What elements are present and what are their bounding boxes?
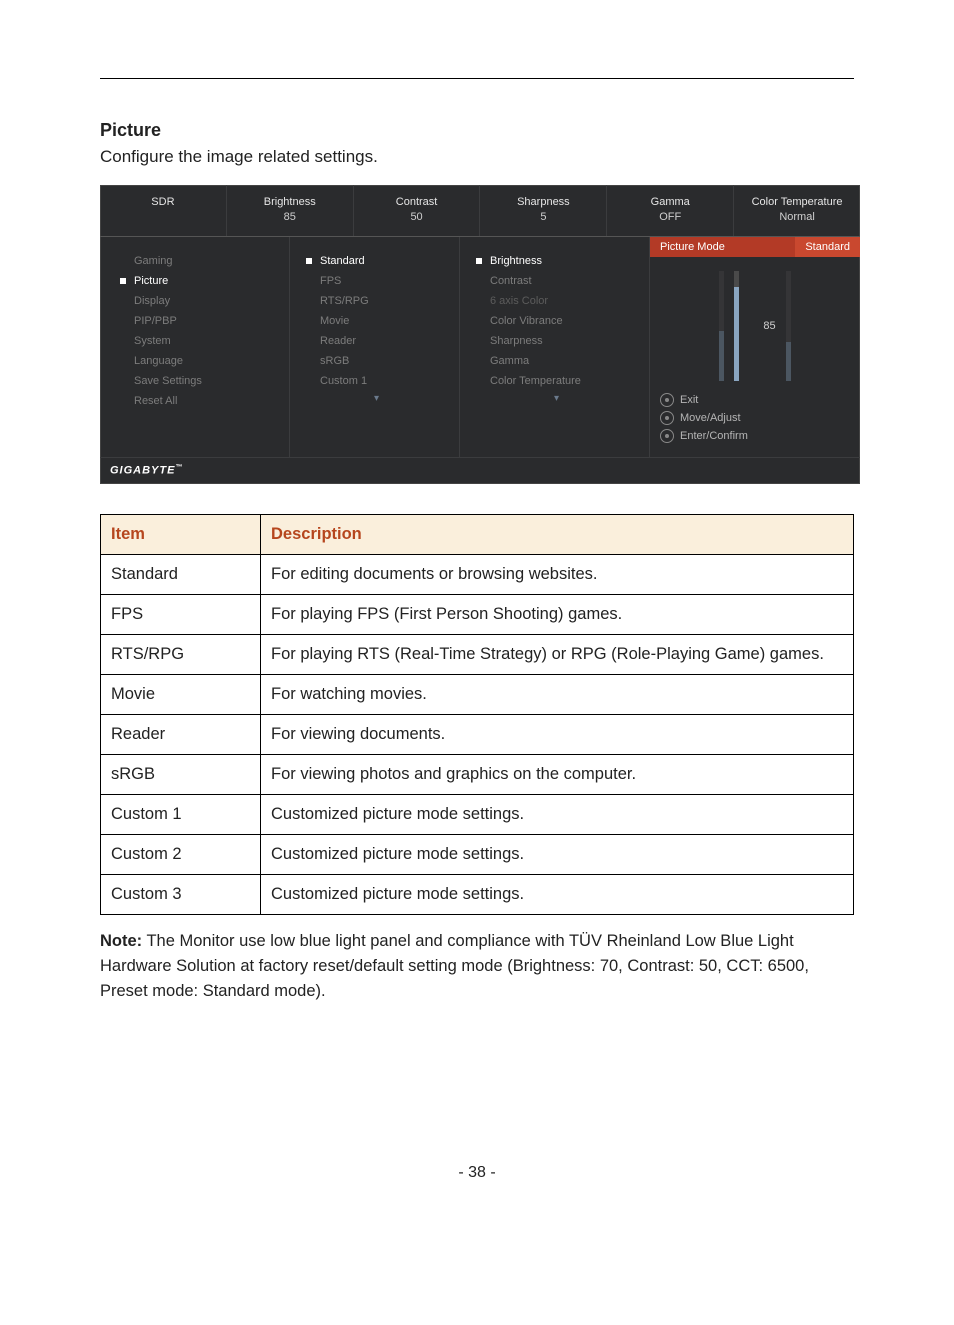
- osd-top-cell: SDR: [100, 185, 227, 236]
- description-table: Item Description StandardFor editing doc…: [100, 514, 854, 915]
- mode-item[interactable]: Custom 1: [306, 371, 447, 391]
- mode-item[interactable]: sRGB: [306, 351, 447, 371]
- joystick-icon: [660, 393, 674, 407]
- table-cell-item: Movie: [101, 675, 261, 715]
- table-row: ReaderFor viewing documents.: [101, 715, 854, 755]
- picture-mode-tab: Picture Mode Standard: [650, 237, 860, 257]
- table-row: Custom 2Customized picture mode settings…: [101, 835, 854, 875]
- setting-item[interactable]: Brightness: [476, 251, 637, 271]
- picture-mode-label: Picture Mode: [650, 237, 795, 257]
- setting-item[interactable]: Contrast: [476, 271, 637, 291]
- table-row: FPSFor playing FPS (First Person Shootin…: [101, 595, 854, 635]
- table-cell-description: For playing RTS (Real-Time Strategy) or …: [261, 635, 854, 675]
- table-row: RTS/RPGFor playing RTS (Real-Time Strate…: [101, 635, 854, 675]
- page: Picture Configure the image related sett…: [0, 0, 954, 1222]
- table-cell-item: Reader: [101, 715, 261, 755]
- marker-icon: [306, 258, 312, 264]
- picture-mode-value: Standard: [795, 237, 860, 257]
- mode-item[interactable]: Reader: [306, 331, 447, 351]
- osd-main-menu: GamingPictureDisplayPIP/PBPSystemLanguag…: [100, 237, 290, 457]
- table-cell-item: RTS/RPG: [101, 635, 261, 675]
- setting-item[interactable]: Sharpness: [476, 331, 637, 351]
- table-cell-item: FPS: [101, 595, 261, 635]
- setting-item[interactable]: Gamma: [476, 351, 637, 371]
- table-cell-item: Custom 2: [101, 835, 261, 875]
- osd-right-panel: Picture Mode Standard 85 Exit Move/Adjus…: [650, 237, 860, 457]
- table-row: sRGBFor viewing photos and graphics on t…: [101, 755, 854, 795]
- brand-logo: GIGABYTE™: [110, 464, 183, 477]
- note-text: The Monitor use low blue light panel and…: [100, 932, 809, 1000]
- chevron-down-icon: ▾: [306, 393, 447, 404]
- main-menu-item[interactable]: Language: [120, 351, 277, 371]
- osd-body: GamingPictureDisplayPIP/PBPSystemLanguag…: [100, 237, 860, 457]
- table-row: MovieFor watching movies.: [101, 675, 854, 715]
- main-menu-item[interactable]: Save Settings: [120, 371, 277, 391]
- hint-label: Move/Adjust: [680, 412, 741, 424]
- table-cell-description: For editing documents or browsing websit…: [261, 555, 854, 595]
- table-cell-description: For viewing photos and graphics on the c…: [261, 755, 854, 795]
- main-menu-item[interactable]: PIP/PBP: [120, 311, 277, 331]
- osd-top-cell: Contrast50: [354, 185, 481, 236]
- setting-item[interactable]: 6 axis Color: [476, 291, 637, 311]
- section-subtitle: Configure the image related settings.: [100, 147, 854, 167]
- hint-exit: Exit: [660, 391, 850, 409]
- page-number: - 38 -: [100, 1164, 854, 1182]
- section-title: Picture: [100, 120, 854, 141]
- marker-icon: [120, 278, 126, 284]
- main-menu-item[interactable]: System: [120, 331, 277, 351]
- table-cell-item: sRGB: [101, 755, 261, 795]
- slider-value: 85: [763, 320, 775, 332]
- table-cell-item: Standard: [101, 555, 261, 595]
- header-rule: [100, 78, 854, 79]
- table-cell-description: Customized picture mode settings.: [261, 875, 854, 915]
- osd-settings-list: BrightnessContrast6 axis ColorColor Vibr…: [460, 237, 650, 457]
- table-cell-item: Custom 3: [101, 875, 261, 915]
- table-cell-description: For playing FPS (First Person Shooting) …: [261, 595, 854, 635]
- osd-topbar: SDRBrightness85Contrast50Sharpness5Gamma…: [100, 185, 860, 236]
- hint-label: Enter/Confirm: [680, 430, 748, 442]
- hint-enter: Enter/Confirm: [660, 427, 850, 445]
- osd-top-cell: GammaOFF: [607, 185, 734, 236]
- osd-top-cell: Sharpness5: [480, 185, 607, 236]
- slider-track-active: [734, 271, 739, 381]
- osd-panel: SDRBrightness85Contrast50Sharpness5Gamma…: [100, 185, 860, 484]
- hint-label: Exit: [680, 394, 698, 406]
- slider-track: [719, 271, 724, 381]
- osd-hints: Exit Move/Adjust Enter/Confirm: [650, 387, 860, 453]
- mode-item[interactable]: RTS/RPG: [306, 291, 447, 311]
- slider-track: [786, 271, 791, 381]
- table-row: Custom 1Customized picture mode settings…: [101, 795, 854, 835]
- chevron-down-icon: ▾: [476, 393, 637, 404]
- osd-footer: GIGABYTE™: [100, 457, 860, 485]
- table-cell-description: For watching movies.: [261, 675, 854, 715]
- osd-mode-list: StandardFPSRTS/RPGMovieReadersRGBCustom …: [290, 237, 460, 457]
- note-paragraph: Note: The Monitor use low blue light pan…: [100, 929, 854, 1003]
- osd-top-cell: Color TemperatureNormal: [734, 185, 860, 236]
- mode-item[interactable]: Movie: [306, 311, 447, 331]
- mode-item[interactable]: FPS: [306, 271, 447, 291]
- mode-item[interactable]: Standard: [306, 251, 447, 271]
- setting-item[interactable]: Color Vibrance: [476, 311, 637, 331]
- setting-item[interactable]: Color Temperature: [476, 371, 637, 391]
- table-header-item: Item: [101, 515, 261, 555]
- osd-top-cell: Brightness85: [227, 185, 354, 236]
- joystick-icon: [660, 429, 674, 443]
- table-cell-description: Customized picture mode settings.: [261, 795, 854, 835]
- main-menu-item[interactable]: Reset All: [120, 391, 277, 411]
- table-header-row: Item Description: [101, 515, 854, 555]
- marker-icon: [476, 258, 482, 264]
- main-menu-item[interactable]: Display: [120, 291, 277, 311]
- table-cell-description: For viewing documents.: [261, 715, 854, 755]
- main-menu-item[interactable]: Picture: [120, 271, 277, 291]
- main-menu-item[interactable]: Gaming: [120, 251, 277, 271]
- note-label: Note:: [100, 932, 142, 950]
- brightness-slider[interactable]: 85: [650, 257, 860, 387]
- table-cell-description: Customized picture mode settings.: [261, 835, 854, 875]
- table-row: Custom 3Customized picture mode settings…: [101, 875, 854, 915]
- table-row: StandardFor editing documents or browsin…: [101, 555, 854, 595]
- hint-move: Move/Adjust: [660, 409, 850, 427]
- table-header-description: Description: [261, 515, 854, 555]
- table-cell-item: Custom 1: [101, 795, 261, 835]
- joystick-icon: [660, 411, 674, 425]
